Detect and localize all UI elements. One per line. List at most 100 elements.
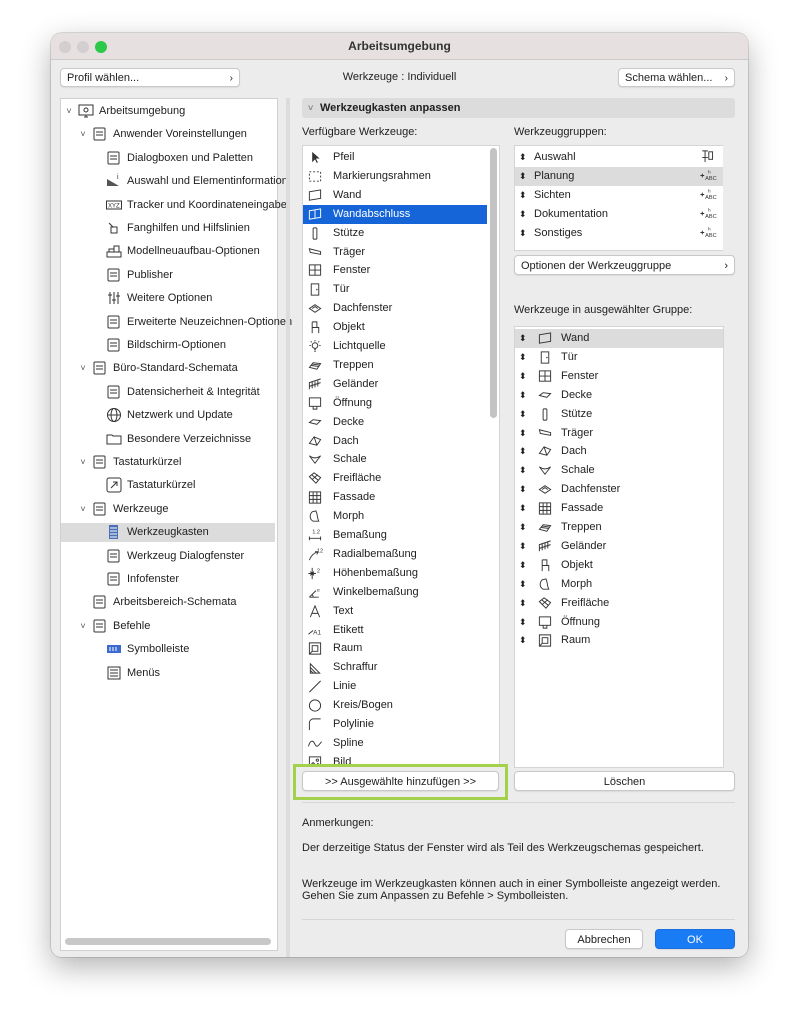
- disclosure-chevron-icon[interactable]: ˅: [78, 125, 88, 144]
- tree-item[interactable]: Weitere Optionen: [61, 289, 275, 308]
- available-tool-item[interactable]: A1 Etikett: [303, 621, 487, 640]
- available-tool-item[interactable]: Fenster: [303, 261, 487, 280]
- available-tool-item[interactable]: Raum: [303, 639, 487, 658]
- tree-item[interactable]: ˅ Tastaturkürzel: [61, 453, 275, 472]
- reorder-handle-icon[interactable]: ⬍: [519, 186, 527, 205]
- group-tool-item[interactable]: ⬍ Öffnung: [515, 613, 723, 632]
- ok-button[interactable]: OK: [655, 929, 735, 949]
- available-tool-item[interactable]: Pfeil: [303, 148, 487, 167]
- reorder-handle-icon[interactable]: ⬍: [519, 224, 527, 243]
- group-tool-item[interactable]: ⬍ Geländer: [515, 537, 723, 556]
- settings-tree[interactable]: ˅ Arbeitsumgebung ˅ Anwender Voreinstellung…: [60, 98, 292, 951]
- available-tool-item[interactable]: Freifläche: [303, 469, 487, 488]
- available-tool-item[interactable]: Träger: [303, 243, 487, 262]
- tree-horizontal-scrollbar[interactable]: [65, 938, 271, 945]
- available-tool-item[interactable]: Geländer: [303, 375, 487, 394]
- reorder-handle-icon[interactable]: ⬍: [519, 329, 527, 348]
- available-tool-item[interactable]: Dach: [303, 432, 487, 451]
- available-tool-item[interactable]: Polylinie: [303, 715, 487, 734]
- disclosure-chevron-icon[interactable]: ˅: [64, 102, 74, 121]
- reorder-handle-icon[interactable]: ⬍: [519, 205, 527, 224]
- available-tool-item[interactable]: Dachfenster: [303, 299, 487, 318]
- available-tool-item[interactable]: Schraffur: [303, 658, 487, 677]
- disclosure-chevron-icon[interactable]: ˅: [78, 617, 88, 636]
- tree-item[interactable]: Tastaturkürzel: [61, 476, 275, 495]
- tree-item[interactable]: XYZ Tracker und Koordinateneingabe: [61, 196, 287, 215]
- reorder-handle-icon[interactable]: ⬍: [519, 537, 527, 556]
- group-tool-item[interactable]: ⬍ Wand: [515, 329, 723, 348]
- group-tool-item[interactable]: ⬍ Träger: [515, 424, 723, 443]
- available-tool-item[interactable]: 1.2 Bemaßung: [303, 526, 487, 545]
- reorder-handle-icon[interactable]: ⬍: [519, 348, 527, 367]
- zoom-window-button[interactable]: [95, 41, 107, 53]
- reorder-handle-icon[interactable]: ⬍: [519, 556, 527, 575]
- tree-item[interactable]: Netzwerk und Update: [61, 406, 275, 425]
- tree-item[interactable]: Symbolleiste: [61, 640, 275, 659]
- group-tool-item[interactable]: ⬍ Schale: [515, 461, 723, 480]
- available-tool-item[interactable]: Lichtquelle: [303, 337, 487, 356]
- available-tool-item[interactable]: 12 Radialbemaßung: [303, 545, 487, 564]
- available-tools-scrollbar[interactable]: [490, 148, 497, 418]
- tool-group-item[interactable]: ⬍ Sonstiges ABC h: [515, 224, 723, 243]
- reorder-handle-icon[interactable]: ⬍: [519, 167, 527, 186]
- available-tool-item[interactable]: Kreis/Bogen: [303, 696, 487, 715]
- reorder-handle-icon[interactable]: ⬍: [519, 367, 527, 386]
- tree-item[interactable]: Modellneuaufbau-Optionen: [61, 242, 275, 261]
- available-tools-list[interactable]: Pfeil Markierungsrahmen Wand Wandabschluss S…: [302, 145, 500, 767]
- available-tool-item[interactable]: α Winkelbemaßung: [303, 583, 487, 602]
- tree-item[interactable]: Besondere Verzeichnisse: [61, 430, 275, 449]
- scheme-select-button[interactable]: Schema wählen... ›: [618, 68, 735, 87]
- minimize-window-button[interactable]: [77, 41, 89, 53]
- available-tool-item[interactable]: Wand: [303, 186, 487, 205]
- reorder-handle-icon[interactable]: ⬍: [519, 480, 527, 499]
- group-tool-item[interactable]: ⬍ Morph: [515, 575, 723, 594]
- section-header[interactable]: ˅ Werkzeugkasten anpassen: [302, 98, 735, 118]
- available-tool-item[interactable]: Decke: [303, 413, 487, 432]
- reorder-handle-icon[interactable]: ⬍: [519, 575, 527, 594]
- group-tool-item[interactable]: ⬍ Raum: [515, 631, 723, 650]
- tree-item[interactable]: Arbeitsbereich-Schemata: [61, 593, 275, 612]
- reorder-handle-icon[interactable]: ⬍: [519, 424, 527, 443]
- tool-group-item[interactable]: ⬍ Auswahl: [515, 148, 723, 167]
- reorder-handle-icon[interactable]: ⬍: [519, 613, 527, 632]
- group-tool-item[interactable]: ⬍ Fenster: [515, 367, 723, 386]
- tree-item[interactable]: ˅ Anwender Voreinstellungen: [61, 125, 275, 144]
- available-tool-item[interactable]: Stütze: [303, 224, 487, 243]
- group-tool-item[interactable]: ⬍ Treppen: [515, 518, 723, 537]
- reorder-handle-icon[interactable]: ⬍: [519, 518, 527, 537]
- available-tool-item[interactable]: Schale: [303, 450, 487, 469]
- pane-splitter[interactable]: [286, 98, 290, 957]
- tree-item[interactable]: ˅ Büro-Standard-Schemata: [61, 359, 275, 378]
- tree-item[interactable]: i Auswahl und Elementinformation: [61, 172, 288, 191]
- tool-group-item[interactable]: ⬍ Dokumentation ABC h: [515, 205, 723, 224]
- reorder-handle-icon[interactable]: ⬍: [519, 499, 527, 518]
- available-tool-item[interactable]: Öffnung: [303, 394, 487, 413]
- group-tools-list[interactable]: ⬍ Wand ⬍ Tür ⬍ Fenster ⬍ Decke ⬍ Stütze ⬍ Träger ⬍ Da…: [514, 326, 724, 768]
- tree-item[interactable]: Infofenster: [61, 570, 275, 589]
- available-tool-item[interactable]: Text: [303, 602, 487, 621]
- reorder-handle-icon[interactable]: ⬍: [519, 461, 527, 480]
- reorder-handle-icon[interactable]: ⬍: [519, 442, 527, 461]
- cancel-button[interactable]: Abbrechen: [565, 929, 643, 949]
- tree-item[interactable]: Erweiterte Neuzeichnen-Optionen: [61, 313, 292, 332]
- tree-item[interactable]: ˅ Befehle: [61, 617, 275, 636]
- tool-group-item[interactable]: ⬍ Planung ABC h: [515, 166, 723, 186]
- disclosure-chevron-icon[interactable]: ˅: [78, 453, 88, 472]
- tool-groups-list[interactable]: ⬍ Auswahl ⬍ Planung ABC h ⬍ Sichten ABC h ⬍ Dokumen…: [514, 145, 723, 251]
- reorder-handle-icon[interactable]: ⬍: [519, 594, 527, 613]
- group-tool-item[interactable]: ⬍ Stütze: [515, 405, 723, 424]
- available-tool-item[interactable]: Spline: [303, 734, 487, 753]
- reorder-handle-icon[interactable]: ⬍: [519, 405, 527, 424]
- close-window-button[interactable]: [59, 41, 71, 53]
- tree-item[interactable]: Menüs: [61, 664, 275, 683]
- tree-item[interactable]: Werkzeugkasten: [61, 523, 275, 543]
- disclosure-chevron-icon[interactable]: ˅: [78, 359, 88, 378]
- group-tool-item[interactable]: ⬍ Fassade: [515, 499, 723, 518]
- disclosure-chevron-icon[interactable]: ˅: [78, 500, 88, 519]
- tree-item[interactable]: ˅ Werkzeuge: [61, 500, 275, 519]
- tree-item[interactable]: Datensicherheit & Integrität: [61, 383, 275, 402]
- group-tool-item[interactable]: ⬍ Dach: [515, 442, 723, 461]
- tree-item[interactable]: Dialogboxen und Paletten: [61, 149, 275, 168]
- delete-button[interactable]: Löschen: [514, 771, 735, 791]
- available-tool-item[interactable]: Fassade: [303, 488, 487, 507]
